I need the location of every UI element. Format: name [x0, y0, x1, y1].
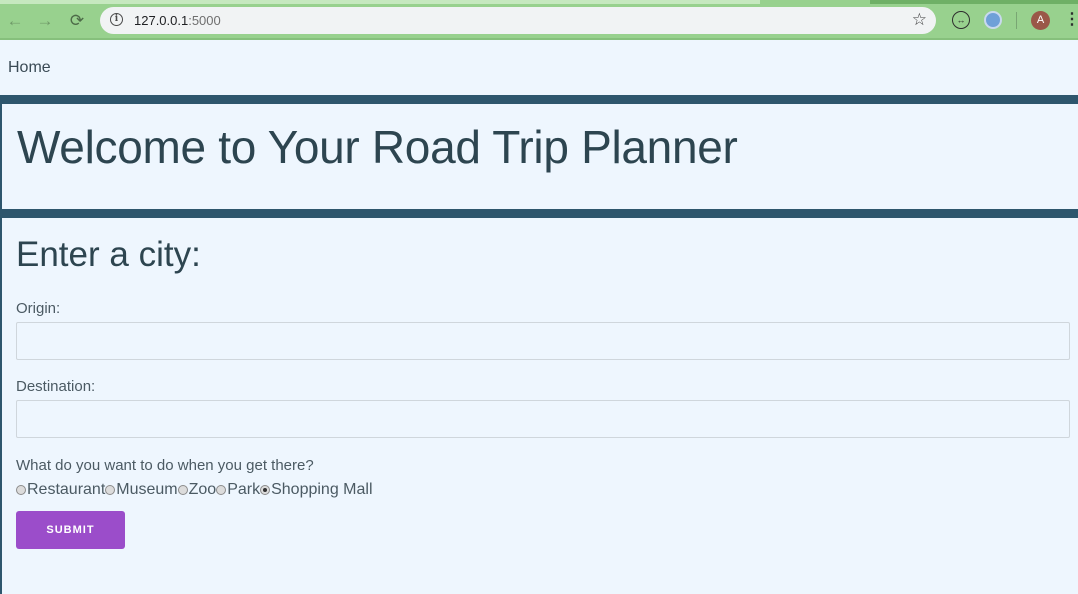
radio-option-museum[interactable]: Museum [105, 481, 178, 499]
radio-button[interactable] [177, 485, 188, 495]
activity-radio-group: Restaurant Museum Zoo Park Shopping Mall [16, 481, 373, 499]
reload-icon[interactable]: ⟳ [66, 9, 88, 31]
tab-strip [0, 0, 760, 4]
origin-label: Origin: [16, 300, 61, 317]
forward-arrow-icon[interactable]: → [34, 9, 56, 31]
info-icon[interactable]: i [110, 13, 123, 26]
origin-input[interactable] [16, 322, 1070, 360]
radio-button[interactable] [16, 485, 26, 495]
submit-button[interactable]: SUBMIT [16, 511, 125, 549]
extension-icon-2[interactable] [984, 11, 1002, 29]
city-form: Enter a city: Origin: Destination: What … [0, 218, 1078, 594]
radio-button[interactable] [216, 485, 227, 495]
radio-label: Restaurant [27, 481, 106, 498]
site-navbar: Home [0, 42, 1078, 95]
back-arrow-icon[interactable]: ← [4, 9, 26, 31]
radio-button-selected[interactable] [260, 485, 271, 495]
destination-input[interactable] [16, 400, 1070, 438]
address-bar[interactable]: i 127.0.0.1:5000 ☆ [100, 7, 936, 34]
profile-avatar[interactable]: A [1031, 11, 1050, 30]
radio-label: Zoo [188, 481, 217, 498]
vertical-dots-icon[interactable]: ⋮ [1064, 9, 1078, 31]
radio-label: Shopping Mall [271, 481, 373, 498]
url-host: 127.0.0.1 [134, 13, 189, 28]
welcome-banner: Welcome to Your Road Trip Planner [0, 95, 1078, 218]
radio-button[interactable] [105, 485, 116, 495]
radio-option-shopping-mall[interactable]: Shopping Mall [260, 481, 373, 499]
url-port: :5000 [188, 13, 221, 28]
browser-toolbar: ← → ⟳ i 127.0.0.1:5000 ☆ ↔ A ⋮ [0, 0, 1078, 40]
radio-option-zoo[interactable]: Zoo [177, 481, 217, 499]
form-heading: Enter a city: [16, 235, 201, 274]
star-icon[interactable]: ☆ [912, 10, 927, 30]
toolbar-divider [1016, 12, 1017, 29]
radio-option-park[interactable]: Park [216, 481, 260, 499]
radio-label: Park [227, 481, 261, 498]
extension-icon[interactable]: ↔ [952, 11, 970, 29]
destination-label: Destination: [16, 378, 96, 395]
nav-home-link[interactable]: Home [8, 59, 51, 77]
address-url[interactable]: 127.0.0.1:5000 [134, 13, 221, 28]
radio-option-restaurant[interactable]: Restaurant [16, 481, 105, 499]
tab-strip-active [870, 0, 1078, 4]
activity-question: What do you want to do when you get ther… [16, 457, 314, 474]
radio-label: Museum [116, 481, 178, 498]
page-title: Welcome to Your Road Trip Planner [17, 121, 738, 173]
